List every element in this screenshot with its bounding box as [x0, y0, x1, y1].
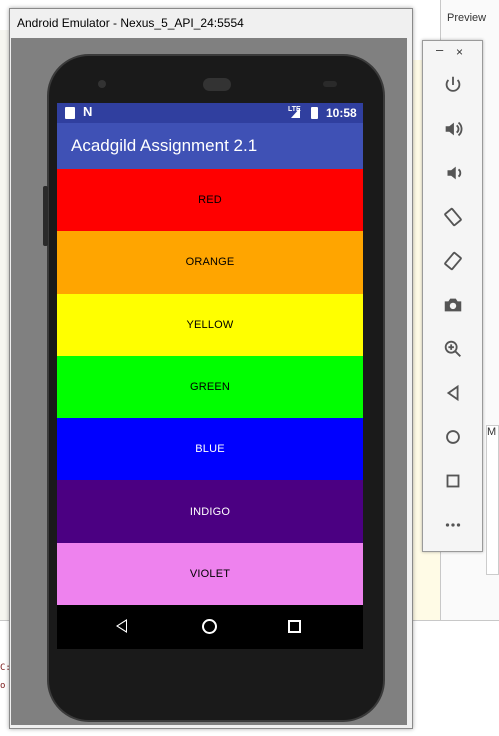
nav-back-icon[interactable] [116, 619, 127, 633]
back-button[interactable] [435, 375, 471, 411]
volume-up-icon [445, 121, 463, 137]
tooltip-popup: M [486, 425, 499, 575]
power-side-button [43, 186, 48, 246]
preview-tab[interactable]: Preview [447, 12, 486, 24]
volume-down-button[interactable] [435, 155, 471, 191]
front-camera-icon [98, 80, 106, 88]
volume-up-button[interactable] [435, 111, 471, 147]
band-red[interactable]: RED [57, 169, 363, 232]
power-button[interactable] [435, 67, 471, 103]
rotate-left-button[interactable] [435, 199, 471, 235]
phone-screen[interactable]: N LTE 10:58 Acadgild Assignment 2.1 RED … [57, 103, 363, 649]
band-indigo[interactable]: INDIGO [57, 480, 363, 543]
power-icon [445, 76, 461, 92]
emulator-frame: N LTE 10:58 Acadgild Assignment 2.1 RED … [11, 38, 407, 725]
more-icon [445, 523, 461, 527]
emulator-window: Android Emulator - Nexus_5_API_24:5554 N… [9, 8, 413, 729]
nav-bar [57, 605, 363, 649]
zoom-button[interactable] [435, 331, 471, 367]
signal-icon [291, 108, 300, 118]
console-line: o [0, 681, 6, 691]
more-button[interactable] [435, 507, 471, 543]
band-label: RED [198, 194, 222, 207]
minimize-button[interactable]: – [436, 42, 443, 57]
screenshot-button[interactable] [435, 287, 471, 323]
camera-icon [444, 298, 462, 312]
nav-overview-icon[interactable] [288, 620, 301, 633]
sensor-icon [323, 81, 337, 87]
app-title: Acadgild Assignment 2.1 [71, 136, 258, 155]
rotate-right-icon [444, 251, 462, 271]
rotate-right-button[interactable] [435, 243, 471, 279]
phone-device: N LTE 10:58 Acadgild Assignment 2.1 RED … [43, 54, 385, 722]
band-violet[interactable]: VIOLET [57, 542, 363, 606]
band-orange[interactable]: ORANGE [57, 231, 363, 294]
status-bar: N LTE 10:58 [57, 103, 363, 123]
rotate-left-icon [444, 207, 462, 227]
home-button[interactable] [435, 419, 471, 455]
close-button[interactable]: × [456, 45, 463, 59]
band-blue[interactable]: BLUE [57, 418, 363, 481]
band-label: VIOLET [189, 567, 231, 580]
home-icon [446, 430, 460, 444]
zoom-icon [444, 340, 461, 357]
battery-icon [311, 107, 318, 119]
overview-icon [446, 474, 460, 488]
overview-button[interactable] [435, 463, 471, 499]
window-title: Android Emulator - Nexus_5_API_24:5554 [17, 16, 244, 30]
emulator-controls: – × [422, 40, 483, 552]
nav-home-icon[interactable] [202, 619, 217, 634]
color-bands: RED ORANGE YELLOW GREEN BLUE INDIGO VIOL… [57, 169, 363, 606]
app-bar: Acadgild Assignment 2.1 [57, 123, 363, 169]
band-label: BLUE [195, 443, 225, 456]
band-label: GREEN [189, 381, 231, 394]
status-time: 10:58 [326, 106, 357, 120]
band-label: ORANGE [185, 256, 235, 269]
band-label: YELLOW [186, 318, 234, 331]
band-yellow[interactable]: YELLOW [57, 293, 363, 356]
band-green[interactable]: GREEN [57, 355, 363, 419]
speaker-icon [203, 78, 231, 91]
sd-card-icon [65, 107, 75, 119]
band-label: INDIGO [189, 505, 231, 518]
back-icon [446, 384, 459, 402]
notification-icon: N [83, 104, 93, 119]
volume-down-icon [447, 166, 462, 180]
